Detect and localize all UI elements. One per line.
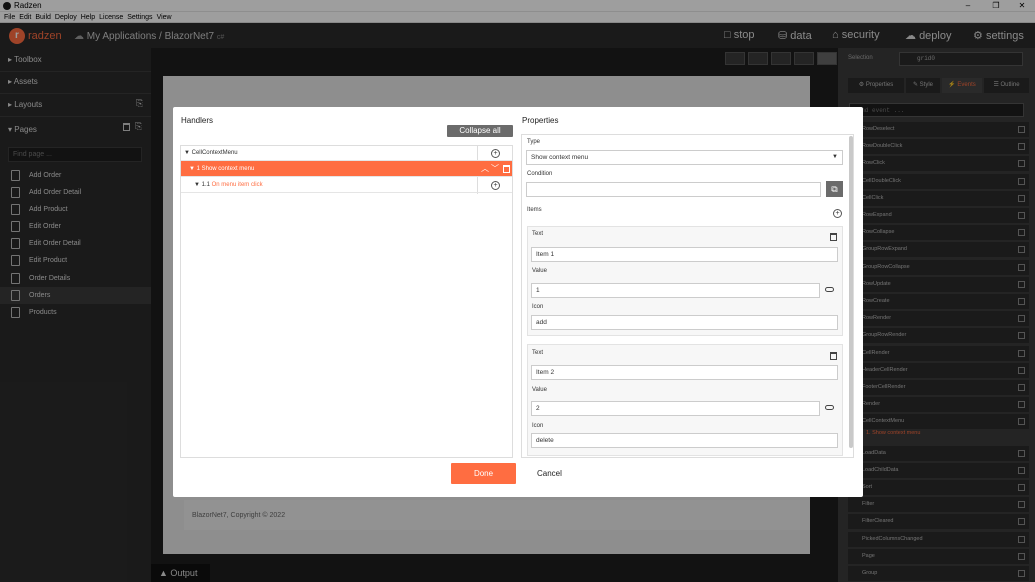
items-label: Items <box>527 207 542 213</box>
done-button[interactable]: Done <box>451 463 516 484</box>
tree-row-subevent[interactable]: ▼ 1.1 On menu item click <box>181 177 512 193</box>
delete-item-icon[interactable] <box>830 352 837 360</box>
add-action-icon[interactable]: + <box>491 149 500 158</box>
add-subaction-icon[interactable]: + <box>491 181 500 190</box>
condition-input[interactable] <box>526 182 821 197</box>
tree-row-event[interactable]: ▼ CellContextMenu <box>181 145 512 161</box>
link-icon[interactable] <box>825 405 834 410</box>
properties-title: Properties <box>522 116 559 125</box>
type-label: Type <box>527 139 541 145</box>
handlers-title: Handlers <box>181 116 214 125</box>
collapse-all-button[interactable]: Collapse all <box>447 125 513 137</box>
item-value-label: Value <box>532 387 547 393</box>
move-down-icon[interactable]: ﹀ <box>491 163 499 174</box>
item-icon-label: Icon <box>532 423 544 429</box>
move-up-icon[interactable]: ︿ <box>481 163 489 174</box>
item-value-input[interactable]: 1 <box>531 283 820 298</box>
properties-scrollbar[interactable] <box>849 136 853 448</box>
item-text-label: Text <box>532 350 544 356</box>
add-item-icon[interactable]: + <box>833 209 842 218</box>
item-icon-input[interactable]: delete <box>531 433 838 448</box>
tree-row-action-selected[interactable]: ▼ 1 Show context menu <box>181 161 512 177</box>
item-icon-input[interactable]: add <box>531 315 838 330</box>
type-select[interactable]: Show context menu ▼ <box>526 150 843 165</box>
open-expression-icon[interactable]: ⧉ <box>826 181 843 197</box>
item-value-input[interactable]: 2 <box>531 401 820 416</box>
item-text-label: Text <box>532 231 544 237</box>
delete-item-icon[interactable] <box>830 233 837 241</box>
condition-label: Condition <box>527 171 553 177</box>
item-value-label: Value <box>532 268 547 274</box>
link-icon[interactable] <box>825 287 834 292</box>
item-text-input[interactable]: Item 1 <box>531 247 838 262</box>
delete-action-icon[interactable] <box>503 165 510 173</box>
item-icon-label: Icon <box>532 304 544 310</box>
item-text-input[interactable]: Item 2 <box>531 365 838 380</box>
cancel-button[interactable]: Cancel <box>537 469 562 478</box>
